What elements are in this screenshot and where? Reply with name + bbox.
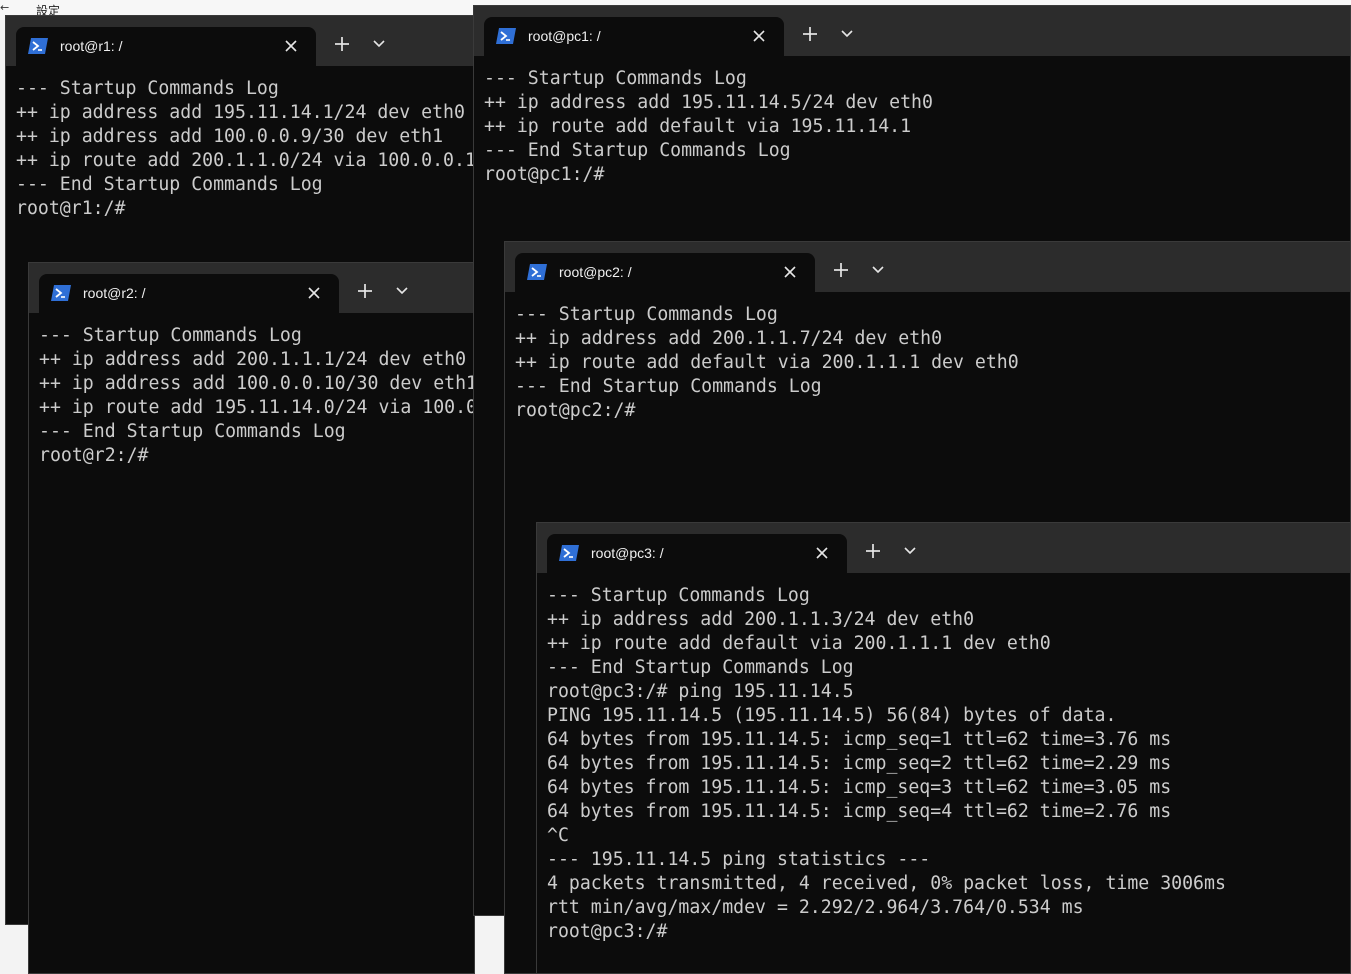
plus-icon[interactable] (334, 36, 350, 52)
close-icon[interactable] (284, 39, 298, 53)
tab-bar: root@r1: / (6, 16, 474, 66)
chevron-down-icon[interactable] (903, 545, 917, 557)
terminal-line: --- End Startup Commands Log (39, 421, 346, 442)
terminal-output[interactable]: --- Startup Commands Log ++ ip address ad… (537, 573, 1350, 973)
close-icon[interactable] (783, 265, 797, 279)
powershell-icon (51, 285, 71, 301)
powershell-icon (496, 28, 516, 44)
terminal-line: root@pc2:/# (515, 400, 636, 421)
powershell-icon (28, 38, 48, 54)
terminal-line: --- Startup Commands Log (16, 78, 279, 99)
powershell-icon (527, 264, 547, 280)
tab-bar: root@pc1: / (474, 6, 1350, 56)
terminal-line: ^C (547, 825, 569, 846)
terminal-line: 64 bytes from 195.11.14.5: icmp_seq=3 tt… (547, 777, 1172, 798)
terminal-line: --- Startup Commands Log (515, 304, 778, 325)
tab-r1[interactable]: root@r1: / (16, 27, 316, 66)
tab-bar: root@r2: / (29, 263, 474, 313)
tab-title: root@pc1: / (528, 28, 601, 44)
terminal-line: --- Startup Commands Log (39, 325, 302, 346)
terminal-line: --- End Startup Commands Log (484, 140, 791, 161)
terminal-line: root@pc3:/# (547, 921, 668, 942)
terminal-line: root@r1:/# (16, 198, 126, 219)
plus-icon[interactable] (802, 26, 818, 42)
terminal-output[interactable]: --- Startup Commands Log ++ ip address ad… (29, 313, 474, 973)
tab-bar: root@pc2: / (505, 242, 1350, 292)
powershell-icon (559, 545, 579, 561)
terminal-line: --- Startup Commands Log (484, 68, 747, 89)
terminal-line: PING 195.11.14.5 (195.11.14.5) 56(84) by… (547, 705, 1117, 726)
back-arrow-icon[interactable]: ← (0, 1, 9, 14)
terminal-window-pc3[interactable]: root@pc3: / --- Startup Commands Log ++ ip… (536, 522, 1351, 974)
terminal-line: --- Startup Commands Log (547, 585, 810, 606)
terminal-line: 64 bytes from 195.11.14.5: icmp_seq=1 tt… (547, 729, 1172, 750)
chevron-down-icon[interactable] (871, 264, 885, 276)
terminal-line: 4 packets transmitted, 4 received, 0% pa… (547, 873, 1226, 894)
terminal-line: ++ ip route add 195.11.14.0/24 via 100.0… (39, 397, 475, 418)
tab-bar: root@pc3: / (537, 523, 1350, 573)
tab-pc3[interactable]: root@pc3: / (547, 534, 847, 573)
tab-title: root@pc2: / (559, 264, 632, 280)
plus-icon[interactable] (357, 283, 373, 299)
terminal-line: ++ ip address add 195.11.14.1/24 dev eth… (16, 102, 465, 123)
tab-title: root@r2: / (83, 285, 146, 301)
chevron-down-icon[interactable] (840, 28, 854, 40)
tab-r2[interactable]: root@r2: / (39, 274, 339, 313)
terminal-line: ++ ip route add default via 200.1.1.1 de… (515, 352, 1019, 373)
terminal-line: 64 bytes from 195.11.14.5: icmp_seq=4 tt… (547, 801, 1172, 822)
terminal-line: ++ ip address add 200.1.1.7/24 dev eth0 (515, 328, 943, 349)
terminal-line: --- End Startup Commands Log (515, 376, 822, 397)
terminal-line: --- End Startup Commands Log (16, 174, 323, 195)
terminal-line: 64 bytes from 195.11.14.5: icmp_seq=2 tt… (547, 753, 1172, 774)
terminal-line: ++ ip route add 200.1.1.0/24 via 100.0.0… (16, 150, 475, 171)
terminal-line: ++ ip route add default via 195.11.14.1 (484, 116, 912, 137)
chevron-down-icon[interactable] (372, 38, 386, 50)
tab-title: root@r1: / (60, 38, 123, 54)
terminal-line: ++ ip address add 195.11.14.5/24 dev eth… (484, 92, 933, 113)
terminal-line: --- End Startup Commands Log (547, 657, 854, 678)
terminal-line: ++ ip route add default via 200.1.1.1 de… (547, 633, 1051, 654)
plus-icon[interactable] (833, 262, 849, 278)
tab-pc1[interactable]: root@pc1: / (484, 17, 784, 56)
plus-icon[interactable] (865, 543, 881, 559)
terminal-line: root@pc3:/# ping 195.11.14.5 (547, 681, 854, 702)
terminal-window-r2[interactable]: root@r2: / --- Startup Commands Log ++ ip … (28, 262, 475, 974)
terminal-line: rtt min/avg/max/mdev = 2.292/2.964/3.764… (547, 897, 1084, 918)
terminal-line: --- 195.11.14.5 ping statistics --- (547, 849, 931, 870)
terminal-line: root@r2:/# (39, 445, 149, 466)
terminal-line: ++ ip address add 200.1.1.3/24 dev eth0 (547, 609, 975, 630)
close-icon[interactable] (307, 286, 321, 300)
terminal-line: ++ ip address add 100.0.0.10/30 dev eth1 (39, 373, 475, 394)
close-icon[interactable] (752, 29, 766, 43)
chevron-down-icon[interactable] (395, 285, 409, 297)
terminal-line: ++ ip address add 200.1.1.1/24 dev eth0 (39, 349, 467, 370)
close-icon[interactable] (815, 546, 829, 560)
tab-title: root@pc3: / (591, 545, 664, 561)
tab-pc2[interactable]: root@pc2: / (515, 253, 815, 292)
terminal-line: ++ ip address add 100.0.0.9/30 dev eth1 (16, 126, 444, 147)
terminal-line: root@pc1:/# (484, 164, 605, 185)
